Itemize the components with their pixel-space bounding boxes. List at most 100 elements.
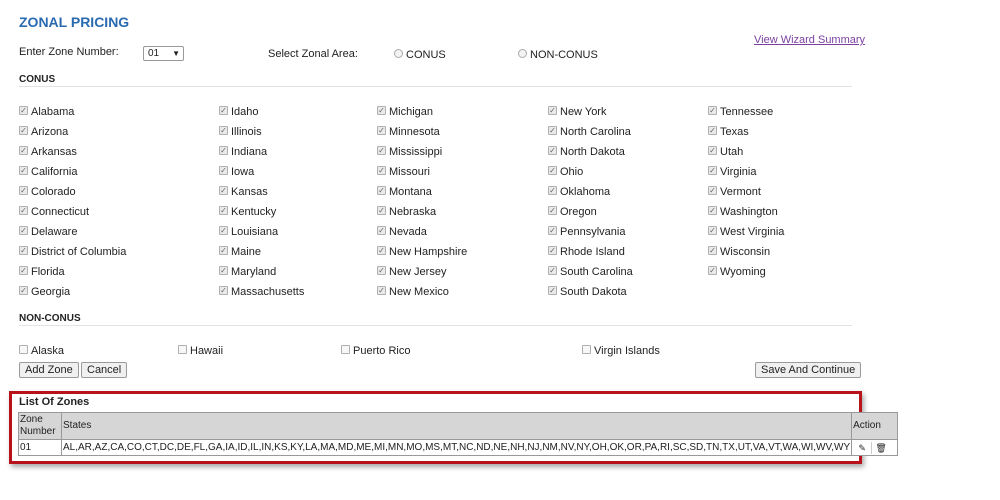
state-checkbox[interactable]: ✓ bbox=[377, 226, 386, 235]
state-label: Oklahoma bbox=[560, 186, 611, 198]
trash-icon[interactable]: 🗑 bbox=[871, 441, 890, 454]
state-checkbox[interactable]: ✓ bbox=[219, 246, 228, 255]
state-checkbox[interactable]: ✓ bbox=[708, 226, 717, 235]
nonconus-radio-label: NON-CONUS bbox=[530, 49, 598, 61]
nonconus-checkbox[interactable] bbox=[19, 345, 28, 354]
state-checkbox[interactable]: ✓ bbox=[19, 226, 28, 235]
state-checkbox[interactable]: ✓ bbox=[548, 266, 557, 275]
view-wizard-summary-link[interactable]: View Wizard Summary bbox=[754, 34, 865, 46]
state-checkbox[interactable]: ✓ bbox=[708, 246, 717, 255]
state-checkbox[interactable]: ✓ bbox=[377, 166, 386, 175]
conus-radio-label: CONUS bbox=[406, 49, 446, 61]
state-label: Montana bbox=[389, 186, 432, 198]
nonconus-checkbox[interactable] bbox=[582, 345, 591, 354]
table-row: 01 AL,AR,AZ,CA,CO,CT,DC,DE,FL,GA,IA,ID,I… bbox=[18, 439, 899, 456]
list-of-zones-heading: List Of Zones bbox=[19, 396, 90, 408]
state-checkbox[interactable]: ✓ bbox=[708, 106, 717, 115]
state-label: Louisiana bbox=[231, 226, 279, 238]
state-label: Florida bbox=[31, 266, 65, 278]
state-checkbox[interactable]: ✓ bbox=[19, 186, 28, 195]
state-checkbox[interactable]: ✓ bbox=[219, 266, 228, 275]
state-checkbox[interactable]: ✓ bbox=[19, 146, 28, 155]
chevron-down-icon: ▼ bbox=[172, 49, 180, 58]
state-label: Kentucky bbox=[231, 206, 277, 218]
state-label: New Jersey bbox=[389, 266, 447, 278]
state-label: Pennsylvania bbox=[560, 226, 626, 238]
state-checkbox[interactable]: ✓ bbox=[19, 126, 28, 135]
nonconus-checkbox[interactable] bbox=[341, 345, 350, 354]
state-checkbox[interactable]: ✓ bbox=[548, 286, 557, 295]
zone-number-label: Enter Zone Number: bbox=[19, 46, 119, 58]
state-checkbox[interactable]: ✓ bbox=[708, 166, 717, 175]
state-checkbox[interactable]: ✓ bbox=[708, 126, 717, 135]
state-checkbox[interactable]: ✓ bbox=[708, 186, 717, 195]
state-label: Michigan bbox=[389, 106, 434, 118]
state-label: Arkansas bbox=[31, 146, 77, 158]
state-checkbox[interactable]: ✓ bbox=[548, 206, 557, 215]
state-label: Washington bbox=[720, 206, 778, 218]
state-label: New Mexico bbox=[389, 286, 449, 298]
nonconus-radio[interactable] bbox=[518, 49, 527, 58]
page-title: ZONAL PRICING bbox=[19, 14, 130, 30]
state-checkbox[interactable]: ✓ bbox=[219, 226, 228, 235]
zone-number-value: 01 bbox=[148, 48, 160, 59]
state-checkbox[interactable]: ✓ bbox=[219, 206, 228, 215]
save-and-continue-button[interactable]: Save And Continue bbox=[755, 362, 862, 378]
state-checkbox[interactable]: ✓ bbox=[377, 246, 386, 255]
state-checkbox[interactable]: ✓ bbox=[219, 146, 228, 155]
cancel-button[interactable]: Cancel bbox=[81, 362, 128, 378]
state-checkbox[interactable]: ✓ bbox=[377, 126, 386, 135]
state-label: Nebraska bbox=[389, 206, 437, 218]
state-checkbox[interactable]: ✓ bbox=[219, 126, 228, 135]
state-checkbox[interactable]: ✓ bbox=[377, 186, 386, 195]
zonal-area-label: Select Zonal Area: bbox=[268, 48, 358, 60]
state-label: Connecticut bbox=[31, 206, 90, 218]
state-checkbox[interactable]: ✓ bbox=[377, 106, 386, 115]
state-label: Maine bbox=[231, 246, 261, 258]
state-checkbox[interactable]: ✓ bbox=[377, 266, 386, 275]
state-label: South Carolina bbox=[560, 266, 633, 278]
state-checkbox[interactable]: ✓ bbox=[548, 146, 557, 155]
zone-number-select[interactable]: 01 ▼ bbox=[143, 46, 184, 61]
state-label: Massachusetts bbox=[231, 286, 305, 298]
action-cell: ✎ 🗑 bbox=[851, 439, 899, 456]
state-checkbox[interactable]: ✓ bbox=[548, 126, 557, 135]
state-checkbox[interactable]: ✓ bbox=[548, 246, 557, 255]
zones-table: Zone Number States Action 01 AL,AR,AZ,CA… bbox=[18, 412, 899, 456]
state-checkbox[interactable]: ✓ bbox=[377, 286, 386, 295]
state-checkbox[interactable]: ✓ bbox=[548, 186, 557, 195]
state-label: Oregon bbox=[560, 206, 597, 218]
conus-radio[interactable] bbox=[394, 49, 403, 58]
state-checkbox[interactable]: ✓ bbox=[19, 166, 28, 175]
nonconus-label: Alaska bbox=[31, 345, 65, 357]
add-zone-button[interactable]: Add Zone bbox=[19, 362, 79, 378]
pencil-icon[interactable]: ✎ bbox=[853, 442, 871, 454]
nonconus-checkbox[interactable] bbox=[178, 345, 187, 354]
state-checkbox[interactable]: ✓ bbox=[219, 186, 228, 195]
state-checkbox[interactable]: ✓ bbox=[19, 286, 28, 295]
state-label: Arizona bbox=[31, 126, 69, 138]
state-checkbox[interactable]: ✓ bbox=[219, 286, 228, 295]
state-checkbox[interactable]: ✓ bbox=[548, 226, 557, 235]
state-label: Kansas bbox=[231, 186, 268, 198]
state-checkbox[interactable]: ✓ bbox=[548, 166, 557, 175]
states-header: States bbox=[60, 412, 853, 440]
state-checkbox[interactable]: ✓ bbox=[19, 246, 28, 255]
state-checkbox[interactable]: ✓ bbox=[708, 206, 717, 215]
state-checkbox[interactable]: ✓ bbox=[19, 206, 28, 215]
state-label: Delaware bbox=[31, 226, 78, 238]
state-label: Texas bbox=[720, 126, 749, 138]
state-checkbox[interactable]: ✓ bbox=[219, 166, 228, 175]
state-checkbox[interactable]: ✓ bbox=[548, 106, 557, 115]
state-checkbox[interactable]: ✓ bbox=[19, 266, 28, 275]
state-label: Missouri bbox=[389, 166, 430, 178]
state-checkbox[interactable]: ✓ bbox=[19, 106, 28, 115]
state-checkbox[interactable]: ✓ bbox=[708, 266, 717, 275]
state-checkbox[interactable]: ✓ bbox=[708, 146, 717, 155]
state-checkbox[interactable]: ✓ bbox=[377, 206, 386, 215]
state-checkbox[interactable]: ✓ bbox=[219, 106, 228, 115]
state-checkbox[interactable]: ✓ bbox=[377, 146, 386, 155]
state-label: Vermont bbox=[720, 186, 761, 198]
zone-number-header: Zone Number bbox=[18, 412, 62, 440]
state-label: California bbox=[31, 166, 78, 178]
